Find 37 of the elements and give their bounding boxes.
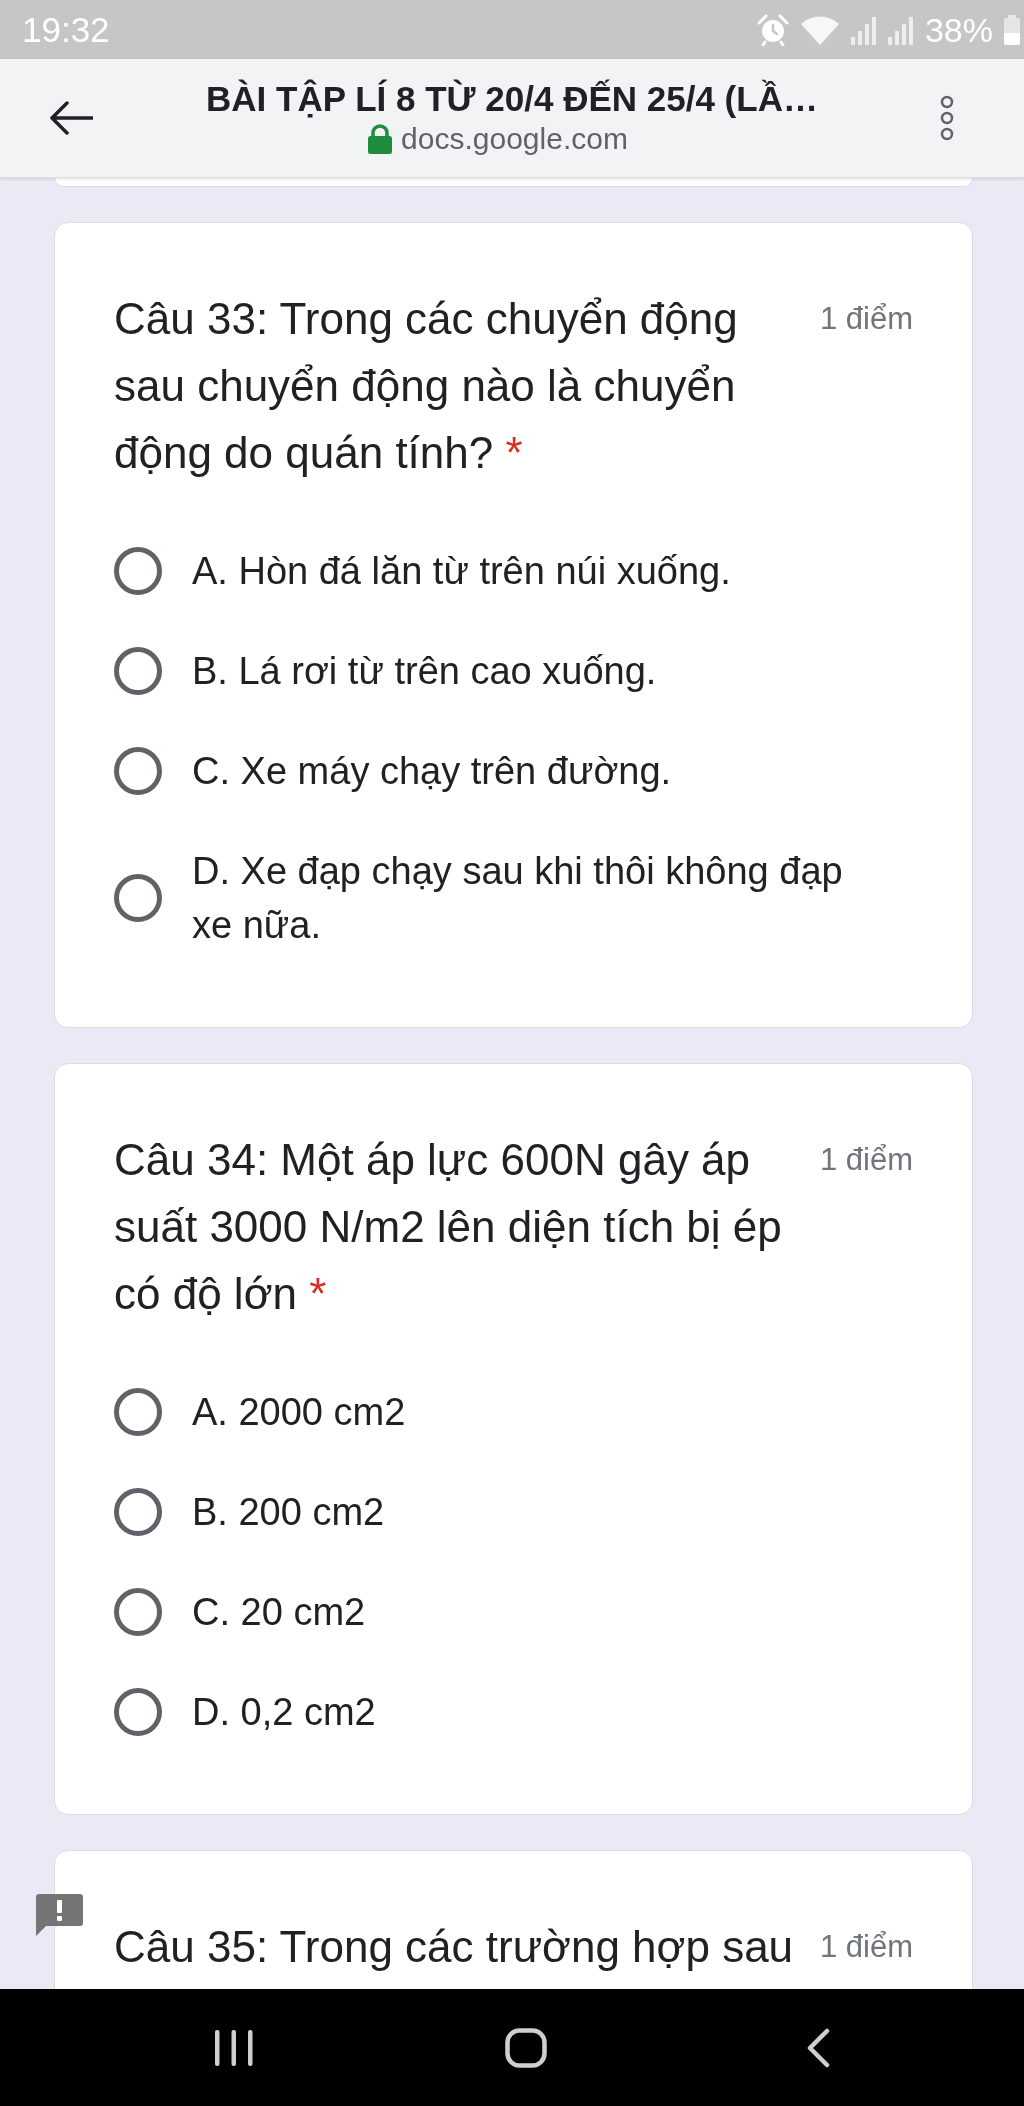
radio-button[interactable] [114, 1488, 162, 1536]
option-label: B. 200 cm2 [192, 1490, 385, 1535]
option-label: C. Xe máy chạy trên đường. [192, 749, 672, 794]
option-label: A. 2000 cm2 [192, 1390, 406, 1435]
question-text: Câu 33: Trong các chuyển động sau chuyển động nào là chuyển động do quán tính? * [114, 293, 739, 479]
points-label: 1 điểm [819, 1141, 913, 1179]
page-url: docs.google.com [401, 121, 628, 157]
signal-icon [850, 14, 877, 45]
clock-time: 19:32 [22, 9, 110, 50]
radio-button[interactable] [114, 647, 162, 695]
radio-button[interactable] [114, 1688, 162, 1736]
alarm-clock-icon [756, 13, 789, 46]
points-label: 1 điểm [819, 1928, 913, 1966]
signal-icon [887, 14, 914, 45]
back-icon[interactable] [806, 2027, 830, 2068]
back-arrow-icon[interactable] [49, 101, 93, 135]
radio-button[interactable] [114, 1588, 162, 1636]
home-icon[interactable] [505, 2027, 547, 2068]
radio-button[interactable] [114, 1388, 162, 1436]
battery-icon [1004, 14, 1020, 45]
alert-bubble-icon[interactable] [36, 1894, 83, 1936]
option-label: D. 0,2 cm2 [192, 1690, 376, 1735]
battery-percent: 38% [924, 9, 993, 50]
option-label: C. 20 cm2 [192, 1590, 366, 1635]
radio-button[interactable] [114, 874, 162, 922]
more-menu-icon[interactable] [938, 95, 956, 141]
radio-button[interactable] [114, 547, 162, 595]
question-text: Câu 35: Trong các trường hợp sau [114, 1921, 795, 1973]
points-label: 1 điểm [819, 300, 913, 338]
radio-button[interactable] [114, 747, 162, 795]
option-label: A. Hòn đá lăn từ trên núi xuống. [192, 549, 731, 594]
recent-apps-icon[interactable] [214, 2028, 254, 2067]
option-label: B. Lá rơi từ trên cao xuống. [192, 649, 657, 694]
option-label: D. Xe đạp chạy sau khi thôi không đạp xe nữa. [192, 849, 844, 948]
question-text: Câu 34: Một áp lực 600N gây áp suất 3000 N/m2 lên diện tích bị ép có độ lớn * [114, 1134, 783, 1320]
page-title: BÀI TẬP LÍ 8 TỪ 20/4 ĐẾN 25/4 (LẦ… [205, 78, 819, 120]
lock-icon [368, 124, 393, 154]
